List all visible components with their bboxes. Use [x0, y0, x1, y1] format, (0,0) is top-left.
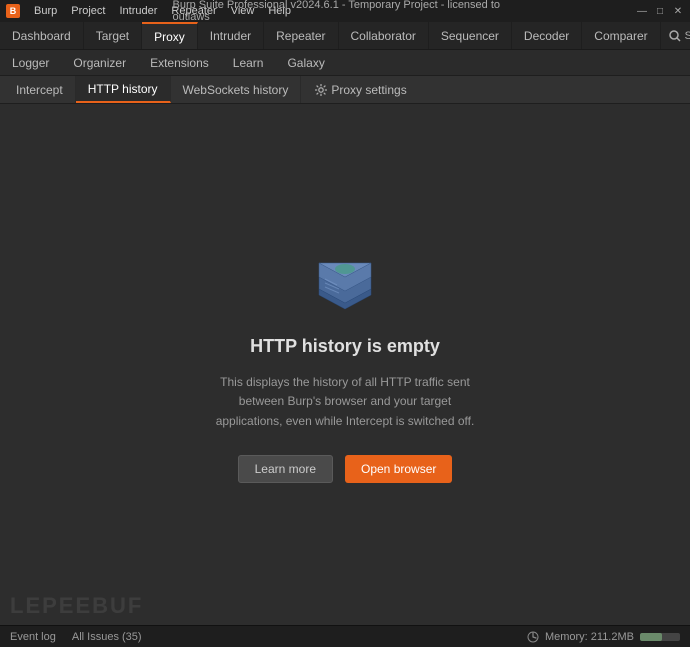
tab-organizer[interactable]: Organizer [61, 50, 138, 75]
proxy-settings-icon [315, 84, 327, 96]
tab-intruder[interactable]: Intruder [198, 22, 264, 49]
tab-comparer[interactable]: Comparer [582, 22, 660, 49]
action-buttons: Learn more Open browser [238, 455, 453, 483]
top-tabs: Dashboard Target Proxy Intruder Repeater… [0, 22, 690, 50]
second-tabs: Logger Organizer Extensions Learn Galaxy [0, 50, 690, 76]
status-bar: Event log All Issues (35) Memory: 211.2M… [0, 625, 690, 647]
main-content: HTTP history is empty This displays the … [0, 104, 690, 625]
minimize-button[interactable]: — [636, 5, 648, 17]
learn-more-button[interactable]: Learn more [238, 455, 333, 483]
tab-proxy[interactable]: Proxy [142, 22, 198, 49]
empty-state-title: HTTP history is empty [250, 336, 440, 357]
tab-learn[interactable]: Learn [221, 50, 276, 75]
memory-icon [527, 631, 539, 643]
event-log-button[interactable]: Event log [10, 631, 56, 643]
search-icon [669, 30, 681, 42]
close-button[interactable]: ✕ [672, 5, 684, 17]
tab-collaborator[interactable]: Collaborator [339, 22, 429, 49]
tab-decoder[interactable]: Decoder [512, 22, 582, 49]
menu-project[interactable]: Project [65, 3, 111, 19]
memory-bar-container [640, 633, 680, 641]
proxy-settings-tab[interactable]: Proxy settings [305, 76, 416, 103]
proxy-tab-intercept[interactable]: Intercept [4, 76, 76, 103]
menu-intruder[interactable]: Intruder [114, 3, 164, 19]
window-controls: — □ ✕ [636, 5, 684, 17]
tab-repeater[interactable]: Repeater [264, 22, 338, 49]
menu-burp[interactable]: Burp [28, 3, 63, 19]
tab-logger[interactable]: Logger [0, 50, 61, 75]
empty-state-icon [305, 246, 385, 316]
status-left: Event log All Issues (35) [10, 631, 142, 643]
memory-label: Memory: 211.2MB [545, 631, 634, 643]
maximize-button[interactable]: □ [654, 5, 666, 17]
memory-bar-fill [640, 633, 662, 641]
status-right: Memory: 211.2MB [527, 631, 680, 643]
proxy-tab-http-history[interactable]: HTTP history [76, 76, 171, 103]
search-button[interactable]: Search [661, 22, 690, 49]
empty-state-description: This displays the history of all HTTP tr… [215, 373, 475, 431]
title-bar: B Burp Project Intruder Repeater View He… [0, 0, 690, 22]
burp-logo-icon: B [6, 4, 20, 18]
tab-galaxy[interactable]: Galaxy [275, 50, 336, 75]
tab-extensions[interactable]: Extensions [138, 50, 221, 75]
title-text: Burp Suite Professional v2024.6.1 - Temp… [173, 0, 518, 23]
all-issues-button[interactable]: All Issues (35) [72, 631, 142, 643]
proxy-tabs: Intercept HTTP history WebSockets histor… [0, 76, 690, 104]
proxy-tab-websockets[interactable]: WebSockets history [171, 76, 302, 103]
tab-target[interactable]: Target [84, 22, 142, 49]
open-browser-button[interactable]: Open browser [345, 455, 452, 483]
tab-sequencer[interactable]: Sequencer [429, 22, 512, 49]
tab-dashboard[interactable]: Dashboard [0, 22, 84, 49]
